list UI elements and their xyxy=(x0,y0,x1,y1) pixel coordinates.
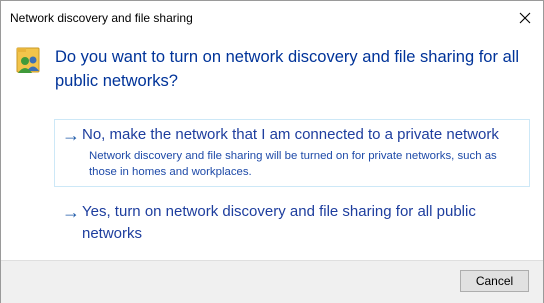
title-bar: Network discovery and file sharing xyxy=(1,1,543,35)
cancel-button[interactable]: Cancel xyxy=(460,270,529,292)
window-title: Network discovery and file sharing xyxy=(10,11,193,25)
option-private-network[interactable]: → No, make the network that I am connect… xyxy=(54,119,530,187)
option-title: No, make the network that I am connected… xyxy=(82,126,499,143)
arrow-right-icon: → xyxy=(62,202,80,222)
close-button[interactable] xyxy=(513,6,537,30)
close-icon xyxy=(519,12,531,24)
arrow-right-icon: → xyxy=(62,125,80,145)
dialog-window: Network discovery and file sharing Do yo… xyxy=(0,0,544,303)
option-public-networks[interactable]: → Yes, turn on network discovery and fil… xyxy=(54,196,530,246)
prompt-question: Do you want to turn on network discovery… xyxy=(55,48,520,90)
option-description: Network discovery and file sharing will … xyxy=(89,150,497,178)
option-title: Yes, turn on network discovery and file … xyxy=(82,203,476,242)
network-users-icon xyxy=(15,45,43,75)
dialog-footer: Cancel xyxy=(1,260,543,303)
